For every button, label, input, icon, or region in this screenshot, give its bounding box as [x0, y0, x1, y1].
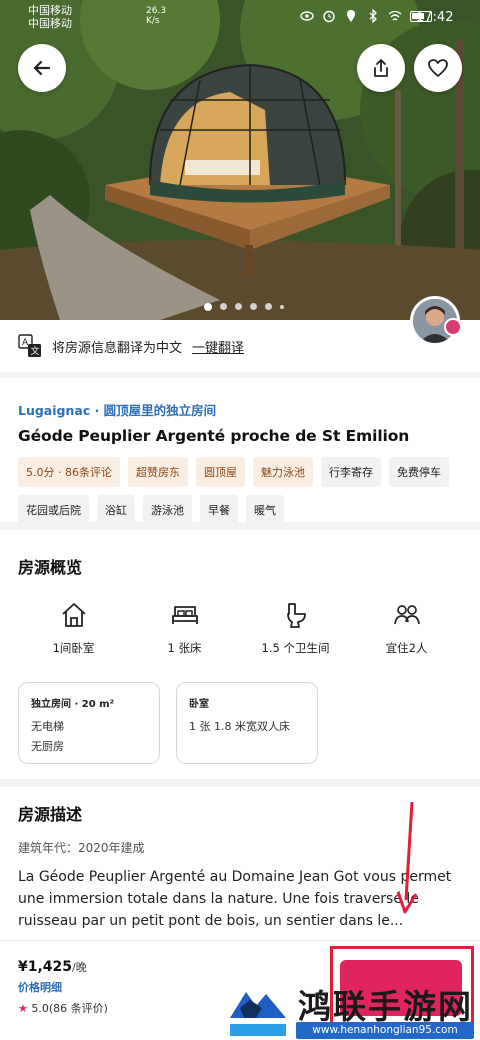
rating-value: 5.0 — [31, 1002, 49, 1015]
wifi-icon — [388, 10, 402, 21]
room-info-card[interactable]: 独立房间 · 20 m² 无电梯 无厨房 — [18, 682, 160, 764]
section-divider — [0, 779, 480, 787]
overview-cards: 独立房间 · 20 m² 无电梯 无厨房 卧室 1 张 1.8 米宽双人床 — [18, 682, 462, 764]
annotation-arrow-icon — [396, 801, 418, 914]
status-icons — [300, 9, 432, 23]
price-unit: /晚 — [72, 961, 87, 974]
overview-label: 1 张床 — [167, 641, 202, 655]
card-line: 1 张 1.8 米宽双人床 — [189, 720, 290, 733]
review-count: (86 条评价) — [48, 1002, 108, 1015]
listing-tag[interactable]: 魅力泳池 — [252, 457, 313, 487]
listing-tag[interactable]: 超赞房东 — [127, 457, 188, 487]
card-line: 无电梯 — [31, 720, 64, 733]
watermark-logo-icon — [226, 978, 290, 1038]
location-icon — [347, 10, 355, 22]
overview-section: 房源概览 1间卧室 1 张床 1.5 个卫生间 宜住2人 独立房间 · 20 m… — [0, 530, 480, 778]
translate-row: A 文 将房源信息翻译为中文 一键翻译 — [0, 320, 480, 378]
listing-tag[interactable]: 花园或后院 — [18, 495, 89, 525]
overview-label: 宜住2人 — [385, 641, 428, 655]
overview-item-bedroom: 1间卧室 — [18, 600, 129, 656]
geodesic-dome-photo — [0, 0, 480, 320]
guests-icon — [393, 605, 420, 625]
eye-icon — [300, 11, 314, 21]
listing-tag[interactable]: 5.0分 · 86条评论 — [18, 457, 120, 487]
overview-label: 1.5 个卫生间 — [261, 641, 330, 655]
toilet-icon — [286, 603, 306, 628]
pagination-dot[interactable] — [250, 303, 257, 310]
overview-item-guests: 宜住2人 — [351, 600, 462, 656]
listing-tag[interactable]: 暖气 — [246, 495, 284, 525]
favorite-button[interactable] — [414, 44, 462, 92]
bluetooth-icon — [369, 9, 377, 23]
back-button[interactable] — [18, 44, 66, 92]
watermark-title: 鸿联手游网 — [298, 987, 473, 1026]
bed-icon — [171, 606, 198, 624]
carrier-2: 中国移动 — [28, 17, 72, 30]
carrier-1: 中国移动 — [28, 4, 72, 17]
heart-icon — [428, 59, 448, 77]
bedroom-info-card[interactable]: 卧室 1 张 1.8 米宽双人床 — [176, 682, 318, 764]
listing-tags: 5.0分 · 86条评论 超赞房东 圆顶屋 魅力泳池 行李寄存 免费停车花园或后院 浴缸 游泳… — [18, 457, 468, 525]
share-icon — [374, 59, 388, 77]
listing-tag[interactable]: 圆顶屋 — [195, 457, 245, 487]
card-title: 卧室 — [189, 699, 209, 710]
arrow-left-icon — [33, 60, 51, 76]
network-speed: 26.3 K/s — [146, 6, 167, 26]
star-icon: ★ — [18, 1002, 28, 1015]
status-bar: 中国移动 中国移动 26.3 K/s 17:42 — [0, 0, 480, 34]
pagination-dot[interactable] — [204, 302, 212, 311]
overview-item-bed: 1 张床 — [129, 600, 240, 656]
share-button[interactable] — [357, 44, 405, 92]
house-icon — [61, 603, 86, 627]
listing-tag[interactable]: 浴缸 — [97, 495, 135, 525]
site-watermark: 鸿联手游网 www.henanhonglian95.com — [226, 978, 476, 1040]
section-divider — [0, 522, 480, 530]
listing-tag[interactable]: 游泳池 — [143, 495, 192, 525]
pagination-dot[interactable] — [235, 303, 242, 310]
overview-item-bathroom: 1.5 个卫生间 — [240, 600, 351, 656]
card-line: 无厨房 — [31, 740, 64, 753]
listing-tag[interactable]: 早餐 — [200, 495, 238, 525]
listing-tag[interactable]: 行李寄存 — [320, 457, 381, 487]
translate-prompt: 将房源信息翻译为中文 — [52, 340, 183, 356]
translate-link[interactable]: 一键翻译 — [192, 337, 244, 356]
price-value: ¥1,425 — [18, 959, 73, 975]
svg-text:文: 文 — [31, 345, 40, 357]
photo-pagination[interactable] — [204, 302, 284, 311]
translate-icon: A 文 — [18, 334, 41, 357]
pagination-dot[interactable] — [220, 303, 227, 310]
listing-tag[interactable]: 免费停车 — [388, 457, 449, 487]
clock: 17:42 — [416, 10, 454, 25]
watermark-url: www.henanhonglian95.com — [296, 1022, 474, 1039]
card-title: 独立房间 · 20 m² — [31, 699, 114, 710]
listing-header: Lugaignac · 圆顶屋里的独立房间 Géode Peuplier Arg… — [0, 384, 480, 525]
listing-title: Géode Peuplier Argenté proche de St Emil… — [18, 427, 410, 445]
svg-text:A: A — [22, 338, 29, 348]
pagination-dot[interactable] — [280, 304, 284, 309]
overview-items: 1间卧室 1 张床 1.5 个卫生间 宜住2人 — [18, 600, 462, 656]
overview-title: 房源概览 — [18, 558, 83, 577]
listing-subtitle[interactable]: Lugaignac · 圆顶屋里的独立房间 — [18, 400, 462, 419]
hero-photo[interactable] — [0, 0, 480, 320]
pagination-dot[interactable] — [265, 303, 272, 310]
alarm-icon — [323, 10, 335, 23]
overview-label: 1间卧室 — [52, 641, 95, 655]
